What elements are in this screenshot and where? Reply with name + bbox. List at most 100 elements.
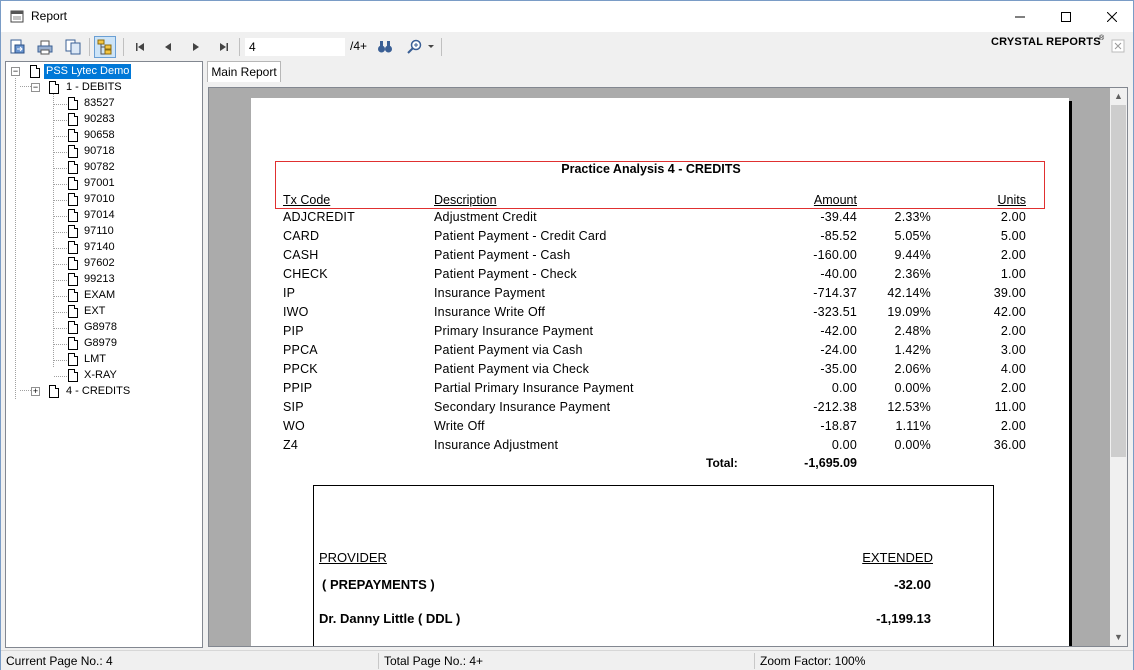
- status-current-page: Current Page No.: 4: [6, 654, 113, 668]
- row-units: 2.00: [1000, 381, 1026, 395]
- header-units: Units: [997, 193, 1026, 207]
- scroll-thumb[interactable]: [1111, 105, 1126, 457]
- find-button[interactable]: [374, 36, 396, 58]
- previous-page-button[interactable]: [157, 36, 179, 58]
- tree-leaf-label: 90718: [84, 145, 115, 157]
- report-row: PPCA Patient Payment via Cash -24.00 1.42% 3…: [251, 343, 1069, 362]
- tree-leaf-item[interactable]: G8978: [6, 320, 136, 335]
- minimize-icon: [1015, 16, 1025, 17]
- tree-leaf-item[interactable]: 83527: [6, 96, 136, 111]
- next-page-icon: [193, 43, 199, 51]
- row-units: 2.00: [1000, 248, 1026, 262]
- minimize-button[interactable]: [997, 1, 1043, 32]
- next-page-button[interactable]: [185, 36, 207, 58]
- tree-group-credits[interactable]: + 4 - CREDITS: [6, 384, 136, 399]
- row-tx-code: IWO: [283, 305, 309, 319]
- status-bar: Current Page No.: 4 Total Page No.: 4+ Z…: [1, 650, 1133, 670]
- row-tx-code: CASH: [283, 248, 319, 262]
- tree-leaf-label: 90658: [84, 129, 115, 141]
- find-icon: [378, 41, 392, 53]
- report-row: PPCK Patient Payment via Check -35.00 2.06%…: [251, 362, 1069, 381]
- row-percent: 42.14%: [887, 286, 931, 300]
- row-percent: 19.09%: [887, 305, 931, 319]
- document-icon: [68, 129, 78, 142]
- group-tree-toggle-icon: [97, 39, 112, 55]
- report-row: Z4 Insurance Adjustment 0.00 0.00% 36.00: [251, 438, 1069, 457]
- tree-root-item[interactable]: − PSS Lytec Demo: [6, 64, 136, 79]
- tree-group-debits[interactable]: − 1 - DEBITS: [6, 80, 136, 95]
- collapse-icon[interactable]: −: [11, 67, 20, 76]
- scroll-up-icon[interactable]: ▲: [1110, 88, 1127, 105]
- collapse-icon[interactable]: −: [31, 83, 40, 92]
- tree-leaf-item[interactable]: 90718: [6, 144, 136, 159]
- tree-leaf-item[interactable]: 97001: [6, 176, 136, 191]
- report-row: ADJCREDIT Adjustment Credit -39.44 2.33% 2.0…: [251, 210, 1069, 229]
- crystal-reports-registered-mark: ®: [1099, 35, 1105, 42]
- tree-leaf-label: 99213: [84, 273, 115, 285]
- row-tx-code: CARD: [283, 229, 320, 243]
- expand-icon[interactable]: +: [31, 387, 40, 396]
- tree-leaf-item[interactable]: 97010: [6, 192, 136, 207]
- last-page-icon: [220, 43, 228, 51]
- tree-leaf-item[interactable]: 97140: [6, 240, 136, 255]
- last-page-button[interactable]: [213, 36, 235, 58]
- status-zoom: Zoom Factor: 100%: [760, 654, 866, 668]
- row-tx-code: PPCA: [283, 343, 318, 357]
- tree-root-label: PSS Lytec Demo: [44, 64, 132, 79]
- tree-leaf-item[interactable]: EXAM: [6, 288, 136, 303]
- copy-button[interactable]: [62, 36, 84, 58]
- document-icon: [68, 209, 78, 222]
- document-icon: [68, 289, 78, 302]
- row-units: 36.00: [993, 438, 1026, 452]
- tree-leaf-item[interactable]: 97014: [6, 208, 136, 223]
- page-number-input[interactable]: [245, 38, 345, 56]
- export-button[interactable]: [6, 36, 28, 58]
- group-tree-toggle-button[interactable]: [94, 36, 116, 58]
- status-total-page: Total Page No.: 4+: [384, 654, 484, 668]
- row-amount: -42.00: [820, 324, 857, 338]
- tree-leaf-item[interactable]: 90782: [6, 160, 136, 175]
- tree-leaf-item[interactable]: 90658: [6, 128, 136, 143]
- row-units: 42.00: [993, 305, 1026, 319]
- document-icon: [68, 257, 78, 270]
- document-icon: [68, 225, 78, 238]
- first-page-button[interactable]: [129, 36, 151, 58]
- tree-leaf-item[interactable]: 99213: [6, 272, 136, 287]
- document-icon: [68, 145, 78, 158]
- close-button[interactable]: [1089, 1, 1134, 32]
- report-row: WO Write Off -18.87 1.11% 2.00: [251, 419, 1069, 438]
- tree-leaf-item[interactable]: X-RAY: [6, 368, 136, 383]
- row-description: Patient Payment - Cash: [434, 248, 571, 262]
- tree-leaf-item[interactable]: 97110: [6, 224, 136, 239]
- tree-leaf-label: EXT: [84, 305, 106, 317]
- row-units: 5.00: [1000, 229, 1026, 243]
- document-icon: [68, 193, 78, 206]
- tree-leaf-item[interactable]: G8979: [6, 336, 136, 351]
- header-provider: PROVIDER: [319, 550, 387, 565]
- tree-leaf-item[interactable]: 90283: [6, 112, 136, 127]
- print-button[interactable]: [34, 36, 56, 58]
- row-tx-code: SIP: [283, 400, 304, 414]
- tree-leaf-item[interactable]: 97602: [6, 256, 136, 271]
- row-amount: -323.51: [813, 305, 857, 319]
- row-units: 3.00: [1000, 343, 1026, 357]
- report-viewer[interactable]: Practice Analysis 4 - CREDITS Tx Code De…: [208, 87, 1128, 647]
- row-units: 2.00: [1000, 324, 1026, 338]
- row-tx-code: IP: [283, 286, 296, 300]
- row-percent: 9.44%: [894, 248, 931, 262]
- row-percent: 2.48%: [894, 324, 931, 338]
- row-units: 1.00: [1000, 267, 1026, 281]
- document-icon: [68, 369, 78, 382]
- row-amount: 0.00: [831, 381, 857, 395]
- row-description: Adjustment Credit: [434, 210, 537, 224]
- total-label: Total:: [706, 456, 738, 470]
- tree-leaf-item[interactable]: EXT: [6, 304, 136, 319]
- scroll-down-icon[interactable]: ▼: [1110, 629, 1127, 646]
- zoom-button[interactable]: [404, 36, 436, 58]
- close-view-icon[interactable]: [1111, 39, 1125, 53]
- tree-group-label: 4 - CREDITS: [66, 385, 131, 397]
- tree-leaf-item[interactable]: LMT: [6, 352, 136, 367]
- tab-main-report[interactable]: Main Report: [207, 61, 281, 82]
- maximize-button[interactable]: [1043, 1, 1089, 32]
- vertical-scrollbar[interactable]: ▲ ▼: [1110, 88, 1127, 646]
